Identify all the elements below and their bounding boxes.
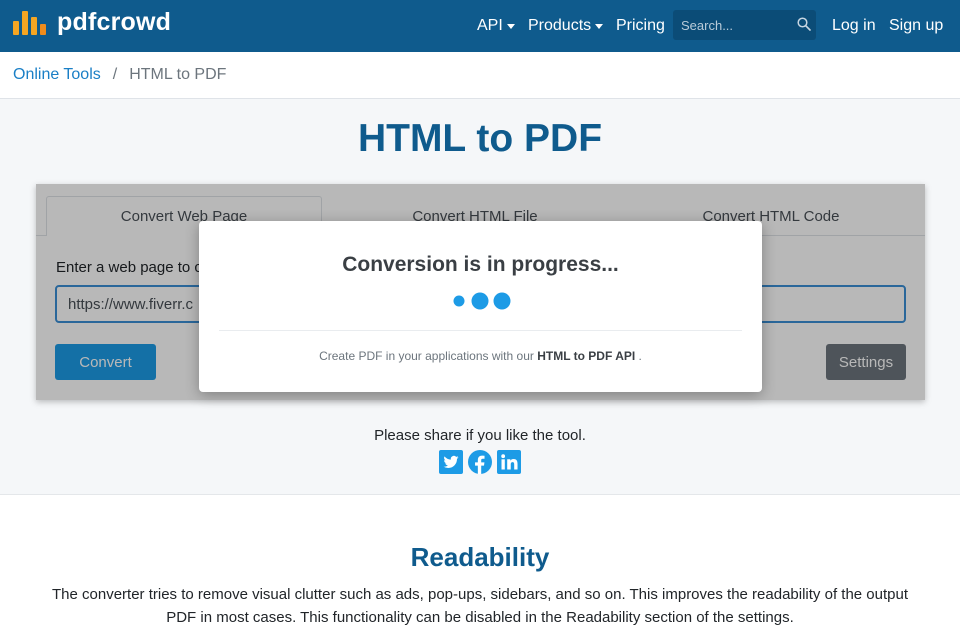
signup-link[interactable]: Sign up	[889, 17, 943, 35]
linkedin-icon[interactable]	[497, 450, 521, 474]
twitter-icon[interactable]	[439, 450, 463, 474]
modal-title: Conversion is in progress...	[342, 253, 619, 276]
modal-footer-text: Create PDF in your applications with our	[319, 349, 534, 363]
loading-dots-icon	[453, 292, 511, 310]
share-prompt: Please share if you like the tool.	[374, 427, 586, 444]
modal-footer-suffix: .	[638, 349, 642, 363]
nav-products-label: Products	[528, 17, 592, 34]
pdfcrowd-logo-icon	[13, 10, 46, 35]
login-link[interactable]: Log in	[832, 17, 876, 35]
nav-pricing-link[interactable]: Pricing	[616, 17, 665, 35]
brand-link[interactable]: pdfcrowd	[13, 8, 171, 37]
facebook-icon[interactable]	[468, 450, 492, 474]
breadcrumb-current: HTML to PDF	[129, 66, 227, 83]
search-box	[673, 10, 816, 40]
search-input[interactable]	[673, 10, 791, 40]
breadcrumb: Online Tools / HTML to PDF	[0, 52, 960, 99]
top-navbar: pdfcrowd API Products Pricing Log in Sig…	[0, 0, 960, 52]
breadcrumb-separator: /	[112, 66, 118, 83]
brand-name: pdfcrowd	[57, 8, 172, 36]
nav-api-dropdown[interactable]: API	[477, 17, 515, 35]
search-icon[interactable]	[797, 17, 811, 31]
conversion-progress-modal: Conversion is in progress... Create PDF …	[199, 221, 762, 392]
nav-products-dropdown[interactable]: Products	[528, 17, 604, 35]
modal-footer: Create PDF in your applications with our…	[199, 349, 762, 363]
page-title: HTML to PDF	[357, 117, 603, 160]
readability-text: The converter tries to remove visual clu…	[52, 586, 908, 626]
breadcrumb-online-tools[interactable]: Online Tools	[13, 66, 101, 84]
modal-divider	[219, 330, 742, 331]
share-icons	[439, 450, 526, 474]
caret-down-icon	[506, 23, 515, 29]
readability-heading: Readability	[410, 542, 550, 572]
nav-api-label: API	[477, 17, 503, 34]
html-to-pdf-api-link[interactable]: HTML to PDF API	[537, 349, 635, 363]
caret-down-icon	[595, 23, 604, 29]
